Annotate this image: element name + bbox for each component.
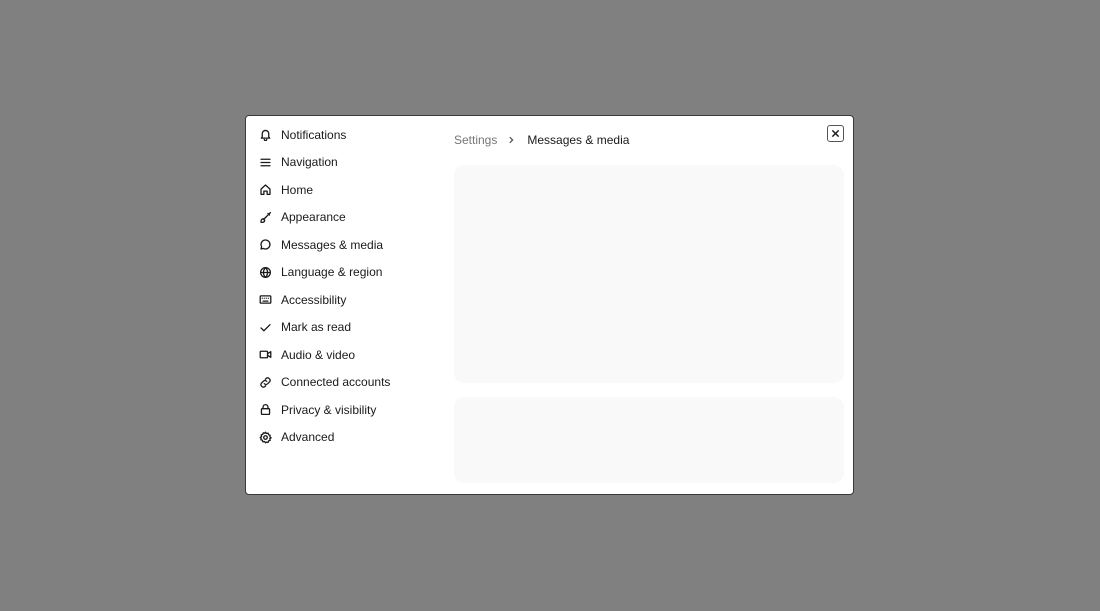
sidebar-item-label: Messages & media: [281, 237, 384, 252]
sidebar-item-label: Appearance: [281, 210, 346, 225]
breadcrumb-current: Messages & media: [527, 133, 630, 147]
globe-icon: [258, 265, 272, 279]
settings-dialog: Notifications Navigation Home Appearance…: [245, 115, 854, 495]
menu-icon: [258, 155, 272, 169]
sidebar-item-privacy-visibility[interactable]: Privacy & visibility: [254, 396, 454, 424]
sidebar-item-audio-video[interactable]: Audio & video: [254, 341, 454, 369]
home-icon: [258, 183, 272, 197]
settings-sidebar: Notifications Navigation Home Appearance…: [254, 121, 454, 451]
check-icon: [258, 320, 272, 334]
settings-panel-loading: [454, 397, 844, 483]
sidebar-item-label: Notifications: [281, 127, 347, 142]
sidebar-item-label: Home: [281, 182, 314, 197]
message-icon: [258, 238, 272, 252]
settings-panel-loading: [454, 165, 844, 383]
close-icon: [831, 129, 840, 138]
sidebar-item-mark-as-read[interactable]: Mark as read: [254, 314, 454, 342]
lock-icon: [258, 403, 272, 417]
brush-icon: [258, 210, 272, 224]
sidebar-item-language-region[interactable]: Language & region: [254, 259, 454, 287]
sidebar-item-advanced[interactable]: Advanced: [254, 424, 454, 452]
chevron-right-icon: [507, 135, 517, 145]
sidebar-item-label: Mark as read: [281, 320, 352, 335]
sidebar-item-notifications[interactable]: Notifications: [254, 121, 454, 149]
sidebar-item-label: Audio & video: [281, 347, 356, 362]
sidebar-item-messages-media[interactable]: Messages & media: [254, 231, 454, 259]
video-icon: [258, 348, 272, 362]
sidebar-item-label: Language & region: [281, 265, 383, 280]
sidebar-item-label: Connected accounts: [281, 375, 391, 390]
breadcrumb: Settings Messages & media: [454, 133, 629, 147]
breadcrumb-settings-link[interactable]: Settings: [454, 133, 497, 147]
keyboard-icon: [258, 293, 272, 307]
link-icon: [258, 375, 272, 389]
sidebar-item-label: Advanced: [281, 430, 335, 445]
sidebar-item-label: Navigation: [281, 155, 338, 170]
sidebar-item-accessibility[interactable]: Accessibility: [254, 286, 454, 314]
sidebar-item-navigation[interactable]: Navigation: [254, 149, 454, 177]
bell-icon: [258, 128, 272, 142]
sidebar-item-label: Privacy & visibility: [281, 402, 377, 417]
gear-icon: [258, 430, 272, 444]
sidebar-item-label: Accessibility: [281, 292, 347, 307]
sidebar-item-connected-accounts[interactable]: Connected accounts: [254, 369, 454, 397]
close-button[interactable]: [827, 125, 844, 142]
sidebar-item-appearance[interactable]: Appearance: [254, 204, 454, 232]
sidebar-item-home[interactable]: Home: [254, 176, 454, 204]
